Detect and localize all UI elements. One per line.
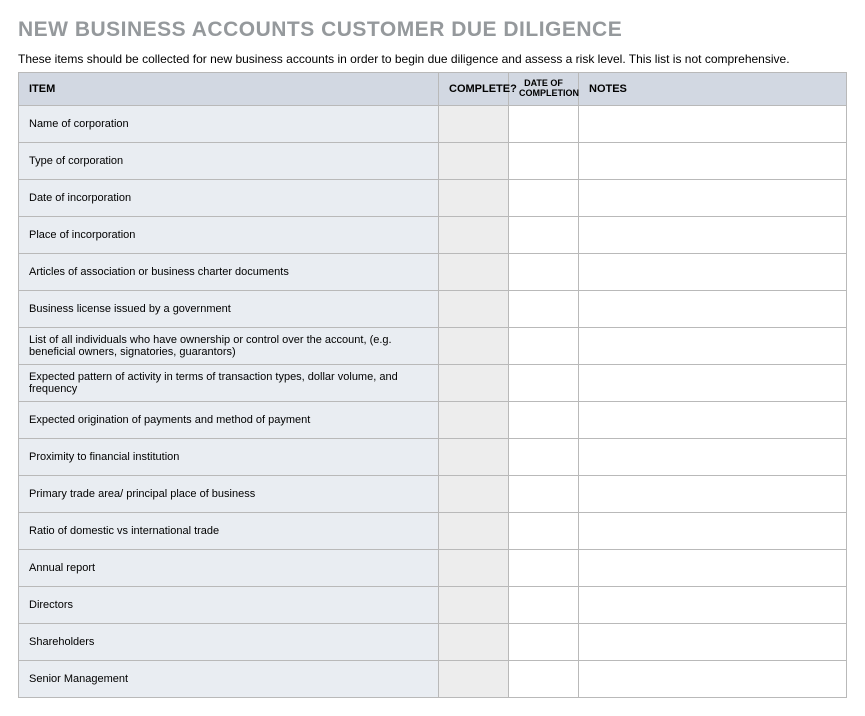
item-cell: Business license issued by a government — [19, 290, 439, 327]
notes-cell[interactable] — [579, 105, 847, 142]
notes-cell[interactable] — [579, 253, 847, 290]
notes-cell[interactable] — [579, 623, 847, 660]
notes-cell[interactable] — [579, 290, 847, 327]
page-title: NEW BUSINESS ACCOUNTS CUSTOMER DUE DILIG… — [18, 18, 847, 42]
item-cell: Expected pattern of activity in terms of… — [19, 364, 439, 401]
table-row: Shareholders — [19, 623, 847, 660]
complete-cell[interactable] — [439, 327, 509, 364]
table-row: Annual report — [19, 549, 847, 586]
complete-cell[interactable] — [439, 549, 509, 586]
complete-cell[interactable] — [439, 586, 509, 623]
complete-cell[interactable] — [439, 290, 509, 327]
item-cell: Place of incorporation — [19, 216, 439, 253]
item-cell: Expected origination of payments and met… — [19, 401, 439, 438]
table-row: Ratio of domestic vs international trade — [19, 512, 847, 549]
date-cell[interactable] — [509, 512, 579, 549]
due-diligence-table: ITEM COMPLETE? DATE OF COMPLETION NOTES … — [18, 72, 847, 698]
complete-cell[interactable] — [439, 364, 509, 401]
notes-cell[interactable] — [579, 586, 847, 623]
notes-cell[interactable] — [579, 549, 847, 586]
item-cell: Primary trade area/ principal place of b… — [19, 475, 439, 512]
notes-cell[interactable] — [579, 401, 847, 438]
date-cell[interactable] — [509, 586, 579, 623]
date-cell[interactable] — [509, 105, 579, 142]
item-cell: Directors — [19, 586, 439, 623]
header-item: ITEM — [19, 73, 439, 106]
item-cell: Senior Management — [19, 660, 439, 697]
table-row: Date of incorporation — [19, 179, 847, 216]
item-cell: Articles of association or business char… — [19, 253, 439, 290]
header-notes: NOTES — [579, 73, 847, 106]
complete-cell[interactable] — [439, 623, 509, 660]
table-row: Type of corporation — [19, 142, 847, 179]
date-cell[interactable] — [509, 142, 579, 179]
table-row: List of all individuals who have ownersh… — [19, 327, 847, 364]
complete-cell[interactable] — [439, 401, 509, 438]
date-cell[interactable] — [509, 401, 579, 438]
notes-cell[interactable] — [579, 216, 847, 253]
date-cell[interactable] — [509, 216, 579, 253]
table-header-row: ITEM COMPLETE? DATE OF COMPLETION NOTES — [19, 73, 847, 106]
notes-cell[interactable] — [579, 438, 847, 475]
table-row: Expected pattern of activity in terms of… — [19, 364, 847, 401]
table-row: Proximity to financial institution — [19, 438, 847, 475]
notes-cell[interactable] — [579, 660, 847, 697]
date-cell[interactable] — [509, 364, 579, 401]
date-cell[interactable] — [509, 438, 579, 475]
item-cell: Name of corporation — [19, 105, 439, 142]
date-cell[interactable] — [509, 660, 579, 697]
notes-cell[interactable] — [579, 179, 847, 216]
complete-cell[interactable] — [439, 142, 509, 179]
date-cell[interactable] — [509, 549, 579, 586]
table-row: Expected origination of payments and met… — [19, 401, 847, 438]
date-cell[interactable] — [509, 290, 579, 327]
complete-cell[interactable] — [439, 438, 509, 475]
header-complete: COMPLETE? — [439, 73, 509, 106]
complete-cell[interactable] — [439, 253, 509, 290]
header-date: DATE OF COMPLETION — [509, 73, 579, 106]
date-cell[interactable] — [509, 327, 579, 364]
complete-cell[interactable] — [439, 105, 509, 142]
table-row: Name of corporation — [19, 105, 847, 142]
page-subtitle: These items should be collected for new … — [18, 52, 847, 66]
table-row: Articles of association or business char… — [19, 253, 847, 290]
notes-cell[interactable] — [579, 327, 847, 364]
item-cell: Date of incorporation — [19, 179, 439, 216]
complete-cell[interactable] — [439, 179, 509, 216]
item-cell: Ratio of domestic vs international trade — [19, 512, 439, 549]
complete-cell[interactable] — [439, 512, 509, 549]
table-row: Senior Management — [19, 660, 847, 697]
date-cell[interactable] — [509, 179, 579, 216]
table-row: Primary trade area/ principal place of b… — [19, 475, 847, 512]
date-cell[interactable] — [509, 623, 579, 660]
date-cell[interactable] — [509, 253, 579, 290]
notes-cell[interactable] — [579, 475, 847, 512]
table-row: Directors — [19, 586, 847, 623]
date-cell[interactable] — [509, 475, 579, 512]
table-row: Business license issued by a government — [19, 290, 847, 327]
item-cell: Shareholders — [19, 623, 439, 660]
notes-cell[interactable] — [579, 142, 847, 179]
item-cell: Annual report — [19, 549, 439, 586]
notes-cell[interactable] — [579, 512, 847, 549]
complete-cell[interactable] — [439, 216, 509, 253]
complete-cell[interactable] — [439, 475, 509, 512]
item-cell: Type of corporation — [19, 142, 439, 179]
item-cell: List of all individuals who have ownersh… — [19, 327, 439, 364]
item-cell: Proximity to financial institution — [19, 438, 439, 475]
notes-cell[interactable] — [579, 364, 847, 401]
complete-cell[interactable] — [439, 660, 509, 697]
table-row: Place of incorporation — [19, 216, 847, 253]
